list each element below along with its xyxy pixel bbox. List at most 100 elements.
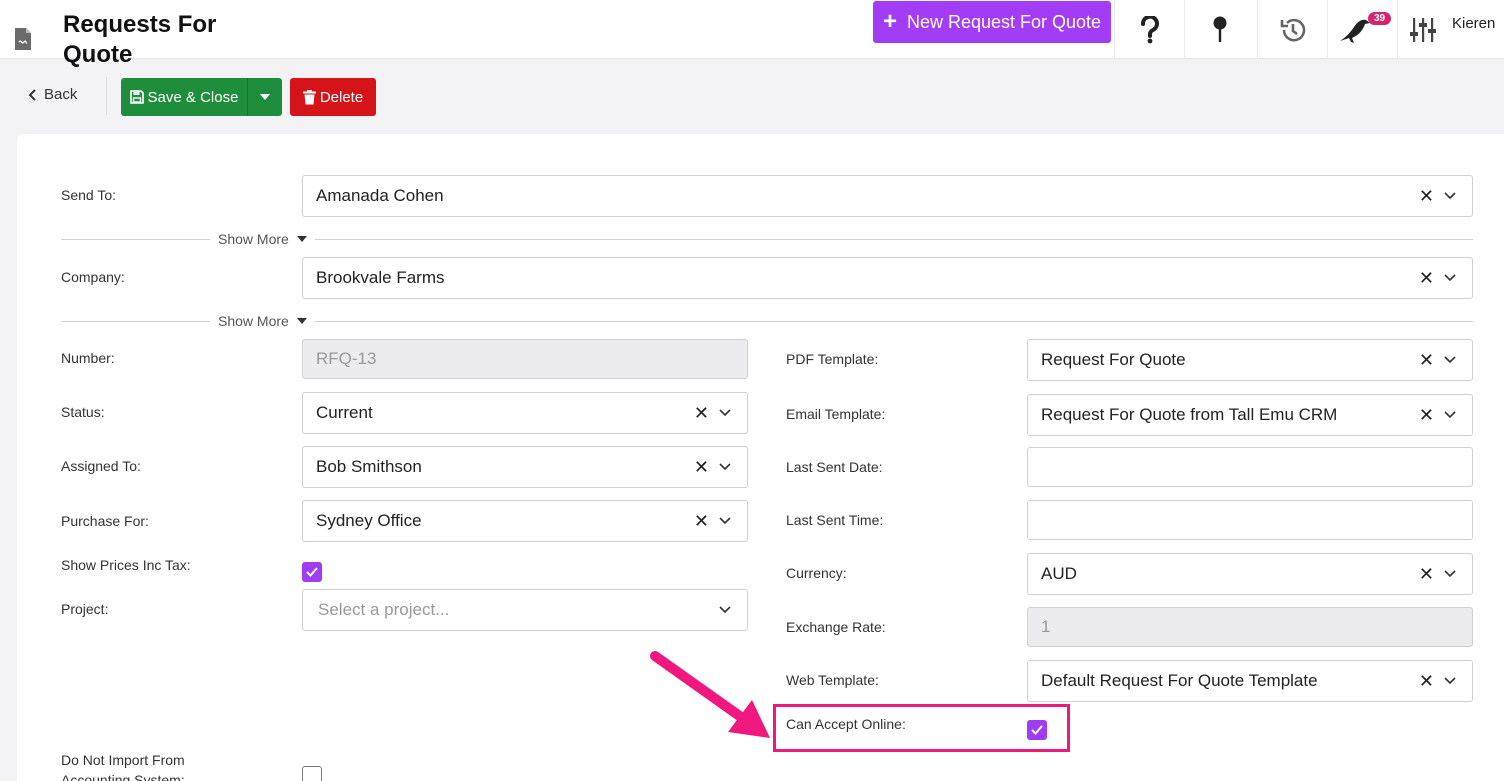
last-sent-date-label: Last Sent Date:	[786, 459, 883, 475]
new-request-label: New Request For Quote	[906, 11, 1102, 32]
question-icon	[1140, 15, 1159, 43]
chevron-down-icon[interactable]	[1444, 677, 1456, 685]
toolbar-divider	[106, 77, 107, 115]
show-prices-inc-tax-label: Show Prices Inc Tax:	[61, 557, 191, 573]
send-to-label: Send To:	[61, 187, 117, 203]
clear-icon[interactable]: ✕	[694, 404, 709, 422]
chevron-down-icon[interactable]	[1444, 192, 1456, 200]
notifications-button[interactable]: 39	[1327, 0, 1397, 59]
send-to-select[interactable]: Amanada Cohen ✕	[302, 175, 1473, 217]
assigned-to-label: Assigned To:	[61, 458, 141, 474]
pdf-template-label: PDF Template:	[786, 351, 879, 367]
web-template-select[interactable]: Default Request For Quote Template ✕	[1027, 660, 1473, 702]
exchange-rate-label: Exchange Rate:	[786, 619, 886, 635]
sliders-icon	[1409, 17, 1436, 42]
exchange-rate-value: 1	[1041, 617, 1051, 636]
show-more-label: Show More	[218, 313, 289, 329]
chevron-down-icon[interactable]	[1444, 356, 1456, 364]
exchange-rate-field: 1	[1027, 607, 1473, 647]
history-icon	[1280, 18, 1305, 41]
last-sent-time-input[interactable]	[1027, 500, 1473, 540]
page-title: Requests For Quote	[63, 11, 217, 68]
chevron-down-icon[interactable]	[1444, 570, 1456, 578]
caret-down-icon	[260, 94, 270, 100]
project-select[interactable]: Select a project...	[302, 589, 748, 631]
chevron-down-icon[interactable]	[1444, 274, 1456, 282]
plus-icon: +	[882, 8, 897, 35]
purchase-for-value: Sydney Office	[316, 511, 422, 530]
back-label: Back	[44, 86, 78, 103]
clear-icon[interactable]: ✕	[1419, 672, 1434, 690]
user-name[interactable]: Kieren	[1452, 15, 1495, 32]
chevron-down-icon[interactable]	[719, 606, 731, 614]
show-prices-inc-tax-checkbox[interactable]	[302, 562, 322, 582]
currency-label: Currency:	[786, 565, 847, 581]
currency-select[interactable]: AUD ✕	[1027, 553, 1473, 595]
bird-icon	[1339, 19, 1370, 43]
clear-icon[interactable]: ✕	[1419, 565, 1434, 583]
history-button[interactable]	[1257, 0, 1327, 59]
company-select[interactable]: Brookvale Farms ✕	[302, 257, 1473, 299]
delete-label: Delete	[319, 88, 364, 106]
number-label: Number:	[61, 350, 115, 366]
clear-icon[interactable]: ✕	[1419, 269, 1434, 287]
delete-button[interactable]: Delete	[290, 78, 376, 116]
check-icon	[306, 567, 318, 577]
project-placeholder: Select a project...	[318, 600, 450, 619]
status-select[interactable]: Current ✕	[302, 392, 748, 434]
assigned-to-select[interactable]: Bob Smithson ✕	[302, 446, 748, 488]
send-to-value: Amanada Cohen	[316, 186, 444, 205]
caret-down-icon	[296, 318, 307, 324]
status-value: Current	[316, 403, 373, 422]
web-template-label: Web Template:	[786, 672, 879, 688]
trash-icon	[302, 89, 316, 104]
last-sent-date-input[interactable]	[1027, 447, 1473, 487]
caret-down-icon	[296, 236, 307, 242]
new-request-for-quote-button[interactable]: + New Request For Quote	[873, 1, 1111, 43]
save-options-dropdown[interactable]	[247, 78, 282, 116]
email-template-label: Email Template:	[786, 406, 886, 422]
top-bar: Requests For Quote + New Request For Quo…	[0, 0, 1504, 68]
chevron-down-icon[interactable]	[719, 409, 731, 417]
clear-icon[interactable]: ✕	[694, 512, 709, 530]
show-more-label: Show More	[218, 231, 289, 247]
save-icon	[129, 90, 144, 104]
purchase-for-select[interactable]: Sydney Office ✕	[302, 500, 748, 542]
chevron-down-icon[interactable]	[719, 463, 731, 471]
clear-icon[interactable]: ✕	[694, 458, 709, 476]
chevron-down-icon[interactable]	[719, 517, 731, 525]
email-template-value: Request For Quote from Tall Emu CRM	[1041, 405, 1338, 424]
do-not-import-checkbox[interactable]	[302, 766, 322, 781]
last-sent-time-label: Last Sent Time:	[786, 512, 884, 528]
assigned-to-value: Bob Smithson	[316, 457, 422, 476]
back-button[interactable]: Back	[28, 86, 77, 103]
web-template-value: Default Request For Quote Template	[1041, 671, 1318, 690]
clear-icon[interactable]: ✕	[1419, 406, 1434, 424]
settings-button[interactable]	[1397, 0, 1447, 59]
help-button[interactable]	[1114, 0, 1184, 59]
pin-button[interactable]	[1184, 0, 1254, 59]
currency-value: AUD	[1041, 564, 1077, 583]
annotation-highlight-box	[773, 704, 1070, 752]
save-close-button[interactable]: Save & Close	[121, 78, 247, 116]
pdf-template-value: Request For Quote	[1041, 350, 1186, 369]
clear-icon[interactable]: ✕	[1419, 351, 1434, 369]
chevron-left-icon	[28, 88, 36, 101]
show-more-toggle[interactable]: Show More	[210, 231, 315, 247]
status-label: Status:	[61, 404, 105, 420]
company-value: Brookvale Farms	[316, 268, 445, 287]
number-field: RFQ-13	[302, 339, 748, 379]
pin-icon	[1213, 16, 1226, 42]
save-close-label: Save & Close	[147, 88, 239, 106]
email-template-select[interactable]: Request For Quote from Tall Emu CRM ✕	[1027, 394, 1473, 436]
pdf-template-select[interactable]: Request For Quote ✕	[1027, 339, 1473, 381]
clear-icon[interactable]: ✕	[1419, 187, 1434, 205]
number-value: RFQ-13	[316, 349, 377, 368]
notification-count-badge: 39	[1368, 12, 1392, 25]
company-label: Company:	[61, 269, 125, 285]
project-label: Project:	[61, 601, 109, 617]
show-more-toggle[interactable]: Show More	[210, 313, 315, 329]
chevron-down-icon[interactable]	[1444, 411, 1456, 419]
purchase-for-label: Purchase For:	[61, 513, 149, 529]
document-icon	[15, 28, 31, 50]
